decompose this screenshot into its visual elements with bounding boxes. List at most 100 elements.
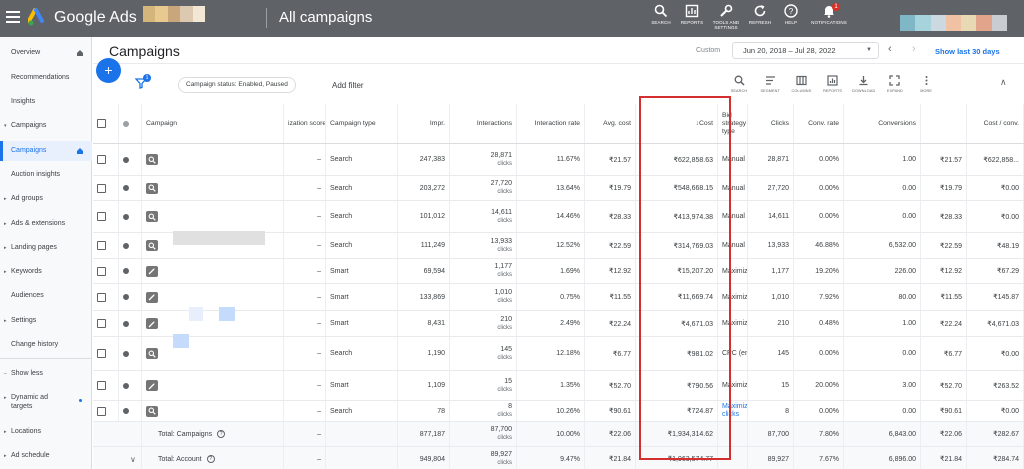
table-reports-button[interactable]: REPORTS — [818, 75, 848, 93]
table-row[interactable]: – Search 78 8 clicks 10.26% ₹90.61 ₹724.87 Maxim… — [93, 401, 1024, 422]
campaign-name-cell[interactable] — [142, 144, 284, 175]
column-header-cpc[interactable] — [921, 104, 967, 143]
row-checkbox-cell[interactable] — [93, 371, 119, 400]
row-checkbox-cell[interactable] — [93, 337, 119, 370]
status-cell[interactable] — [119, 284, 142, 310]
status-dot-icon[interactable] — [123, 268, 129, 274]
column-header-impr[interactable]: Impr. — [398, 104, 450, 143]
expand-chevron-icon[interactable]: ∨ — [130, 455, 136, 464]
bid-strategy-value[interactable]: Maximize clicks — [722, 403, 747, 419]
select-all-checkbox[interactable] — [97, 119, 106, 128]
campaign-name-cell[interactable] — [142, 337, 284, 370]
refresh-button[interactable]: REFRESH — [745, 4, 775, 30]
sidebar-item-ad-groups[interactable]: ▸ Ad groups — [0, 189, 92, 209]
row-checkbox-cell[interactable] — [93, 233, 119, 258]
status-cell[interactable] — [119, 233, 142, 258]
next-period-button[interactable]: › — [912, 43, 916, 55]
status-cell[interactable] — [119, 371, 142, 400]
sidebar-item-recommendations[interactable]: Recommendations — [0, 68, 92, 88]
column-header-interactions[interactable]: Interactions — [450, 104, 517, 143]
help-icon[interactable]: ? — [206, 455, 215, 463]
date-range-picker[interactable]: Jun 20, 2018 – Jul 28, 2022 ▼ — [732, 42, 879, 59]
google-ads-logo[interactable] — [28, 8, 48, 28]
row-checkbox[interactable] — [97, 212, 106, 221]
campaign-name-cell[interactable] — [142, 201, 284, 232]
column-header-conversions[interactable]: Conversions — [844, 104, 921, 143]
show-last-30-days-link[interactable]: Show last 30 days — [935, 47, 1000, 56]
column-header-avg-cost[interactable]: Avg. cost — [585, 104, 636, 143]
tools-settings-button[interactable]: TOOLS AND SETTINGS — [708, 4, 744, 30]
add-filter-button[interactable]: Add filter — [332, 81, 364, 90]
table-row[interactable]: – Smart 1,109 15 clicks 1.35% ₹52.70 ₹790.56 Max… — [93, 371, 1024, 401]
column-header-cost[interactable]: ↓ Cost — [636, 104, 718, 143]
more-button[interactable]: MORE — [911, 75, 941, 93]
table-row[interactable]: – Search 1,190 145 clicks 12.18% ₹6.77 ₹981.02 C… — [93, 337, 1024, 371]
collapse-chevron-icon[interactable]: ∧ — [1000, 77, 1007, 88]
expand-button[interactable]: EXPAND — [880, 75, 910, 93]
sidebar-item-keywords[interactable]: ▸ Keywords — [0, 262, 92, 282]
status-dot-icon[interactable] — [123, 408, 129, 414]
top-search-button[interactable]: SEARCH — [646, 4, 676, 30]
status-dot-icon[interactable] — [123, 242, 129, 249]
column-header-interaction-rate[interactable]: Interaction rate — [517, 104, 585, 143]
status-cell[interactable] — [119, 144, 142, 175]
row-checkbox[interactable] — [97, 381, 106, 390]
new-campaign-button[interactable]: + — [96, 58, 121, 83]
row-checkbox-cell[interactable] — [93, 201, 119, 232]
page-heading[interactable]: All campaigns — [279, 9, 372, 26]
campaign-name-cell[interactable] — [142, 401, 284, 421]
row-checkbox-cell[interactable] — [93, 259, 119, 283]
campaign-name-cell[interactable] — [142, 284, 284, 310]
sidebar-item-landing-pages[interactable]: ▸ Landing pages — [0, 238, 92, 258]
table-row[interactable]: – Smart 69,594 1,177 clicks 1.69% ₹12.92 ₹15,20… — [93, 259, 1024, 284]
status-cell[interactable] — [119, 259, 142, 283]
top-reports-button[interactable]: REPORTS — [677, 4, 707, 30]
columns-button[interactable]: COLUMNS — [786, 75, 816, 93]
campaign-name-cell[interactable] — [142, 371, 284, 400]
column-header-cost-conv[interactable]: Cost / conv. — [967, 104, 1024, 143]
sidebar-item-dynamic-ad-targets[interactable]: ▸ Dynamic ad targets — [0, 391, 92, 415]
row-checkbox[interactable] — [97, 266, 106, 276]
status-cell[interactable] — [119, 337, 142, 370]
sidebar-show-less[interactable]: – Show less — [0, 364, 92, 384]
row-checkbox[interactable] — [97, 183, 106, 193]
row-checkbox[interactable] — [97, 155, 106, 164]
sidebar-item-ads-extensions[interactable]: ▸ Ads & extensions — [0, 214, 92, 234]
sidebar-item-overview[interactable]: Overview — [0, 43, 92, 63]
row-checkbox-cell[interactable] — [93, 311, 119, 336]
sidebar-item-locations[interactable]: ▸ Locations — [0, 422, 92, 442]
user-account-avatar[interactable] — [900, 15, 1007, 31]
column-header-clicks[interactable]: Clicks — [748, 104, 794, 143]
status-dot-icon[interactable] — [123, 382, 129, 389]
status-cell[interactable] — [119, 176, 142, 200]
status-dot-icon[interactable] — [123, 320, 129, 327]
campaign-name-cell[interactable] — [142, 176, 284, 200]
status-dot-icon[interactable] — [123, 213, 129, 220]
sidebar-item-campaigns-group[interactable]: ▾ Campaigns — [0, 116, 92, 136]
status-cell[interactable] — [119, 311, 142, 336]
help-button[interactable]: ? HELP — [776, 4, 806, 30]
row-checkbox-cell[interactable] — [93, 284, 119, 310]
row-checkbox[interactable] — [97, 292, 106, 302]
campaign-status-filter-chip[interactable]: Campaign status: Enabled, Paused — [178, 77, 296, 93]
sidebar-item-auction-insights[interactable]: Auction insights — [0, 165, 92, 185]
column-header-opt-score[interactable]: ization score — [284, 104, 326, 143]
table-row[interactable]: – Search 247,383 28,871 clicks 11.67% ₹21.57 ₹6… — [93, 144, 1024, 176]
segment-button[interactable]: SEGMENT — [755, 75, 785, 93]
total-expand-cell[interactable]: ∨ — [93, 447, 142, 469]
row-checkbox[interactable] — [97, 241, 106, 250]
status-dot-icon[interactable] — [123, 294, 129, 300]
notifications-button[interactable]: 1 NOTIFICATIONS — [807, 3, 851, 30]
sidebar-item-ad-schedule[interactable]: ▸ Ad schedule — [0, 446, 92, 466]
sidebar-item-audiences[interactable]: Audiences — [0, 286, 92, 306]
campaign-name-cell[interactable] — [142, 259, 284, 283]
sidebar-item-change-history[interactable]: Change history — [0, 335, 92, 355]
column-header-type[interactable]: Campaign type — [326, 104, 398, 143]
row-checkbox-cell[interactable] — [93, 144, 119, 175]
select-all-checkbox-cell[interactable] — [93, 104, 119, 143]
column-header-bid-strategy[interactable]: Bid strategy type — [718, 104, 748, 143]
prev-period-button[interactable]: ‹ — [888, 43, 892, 55]
table-row[interactable]: – Search 203,272 27,720 clicks 13.64% ₹19.79 ₹5… — [93, 176, 1024, 201]
status-dot-icon[interactable] — [123, 156, 129, 163]
column-header-conv-rate[interactable]: Conv. rate — [794, 104, 844, 143]
